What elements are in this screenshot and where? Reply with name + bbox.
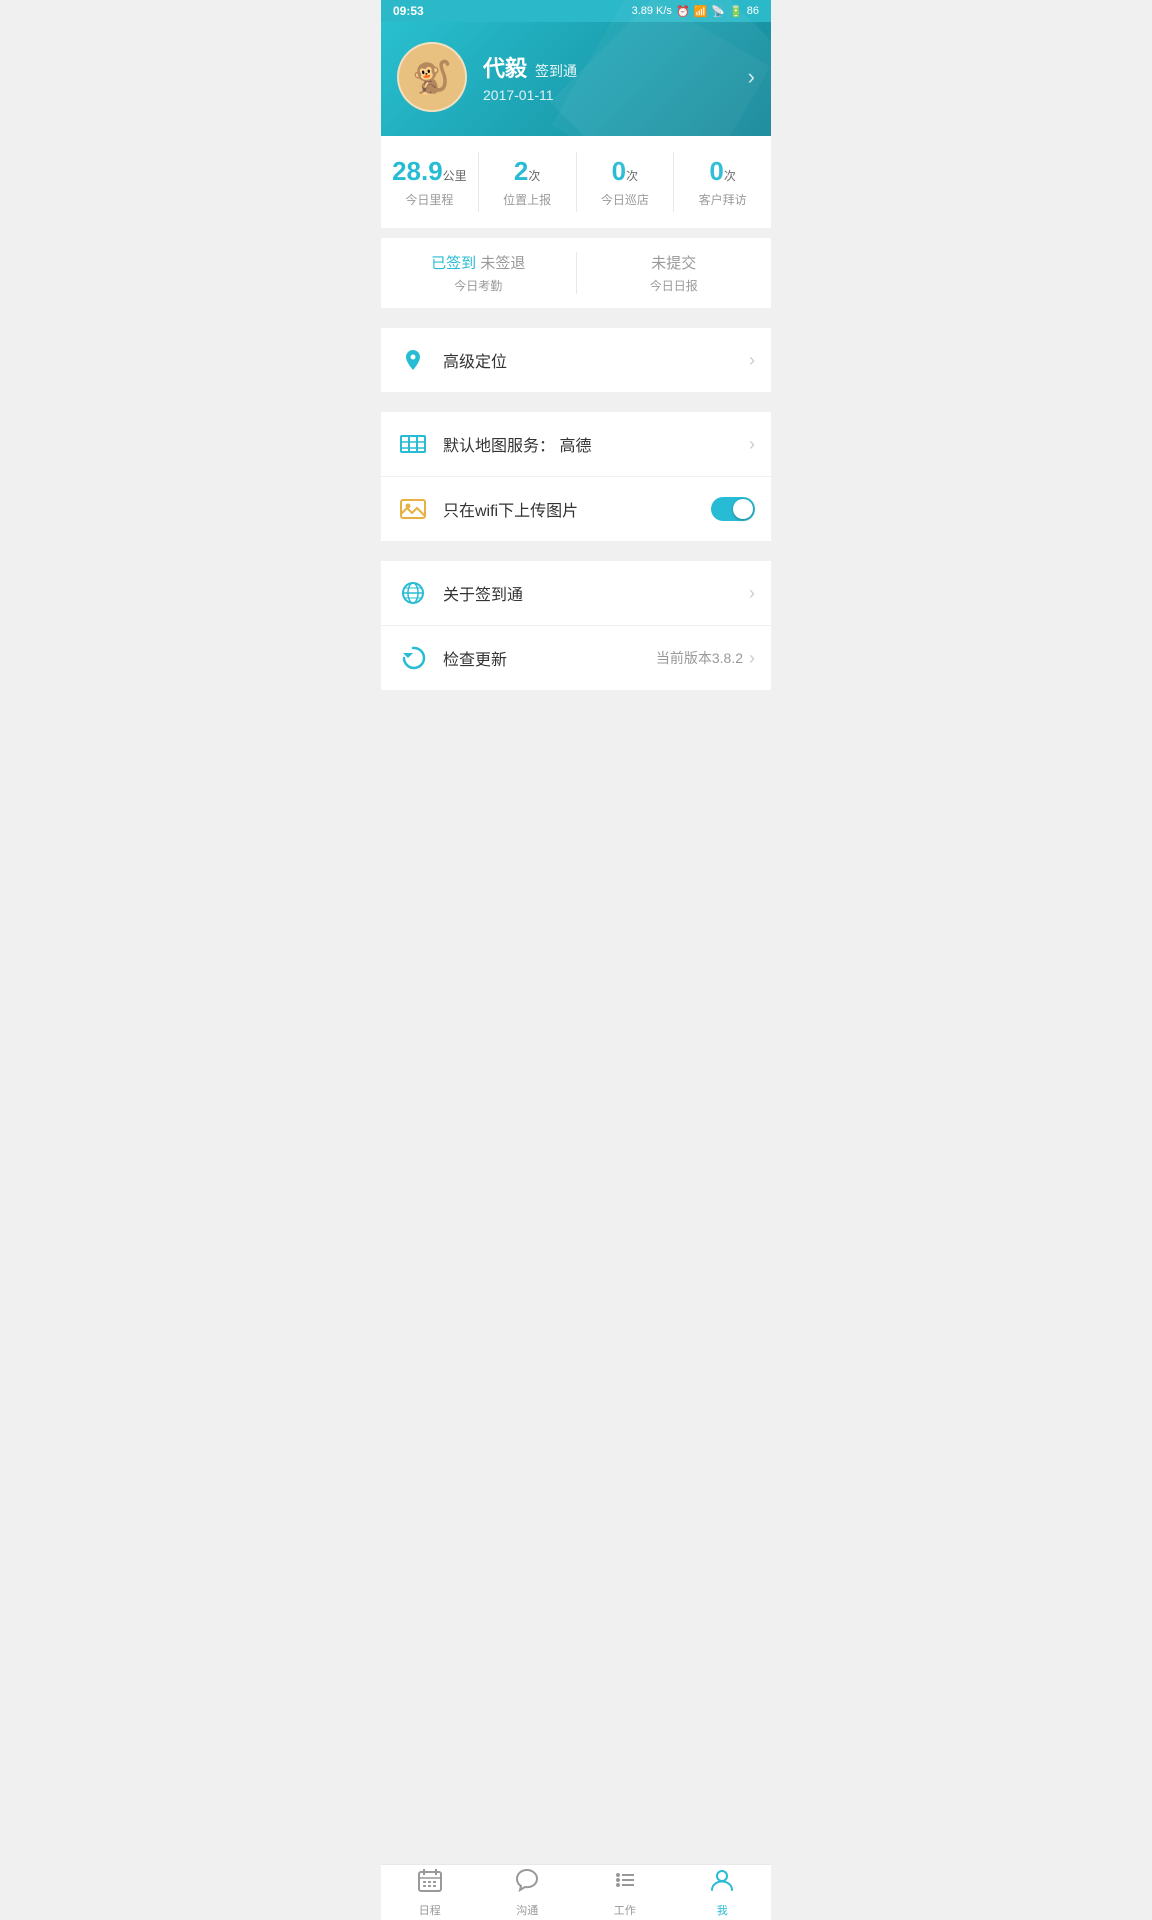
me-nav-icon	[709, 1867, 735, 1899]
checkin-status-text: 已签到 未签退	[381, 252, 576, 273]
refresh-icon	[397, 642, 429, 674]
map-icon	[397, 428, 429, 460]
menu-item-map[interactable]: 默认地图服务： 高德 ›	[381, 412, 771, 477]
map-chevron-icon: ›	[749, 434, 755, 455]
work-nav-icon	[612, 1867, 638, 1899]
menu-item-location[interactable]: 高级定位 ›	[381, 328, 771, 392]
nav-item-work[interactable]: 工作	[576, 1865, 674, 1920]
status-time: 09:53	[393, 4, 424, 18]
image-icon	[397, 493, 429, 525]
toggle-knob	[733, 499, 753, 519]
menu-label-map: 默认地图服务： 高德	[443, 432, 749, 456]
menu-label-wifi-upload: 只在wifi下上传图片	[443, 497, 711, 521]
nav-item-schedule[interactable]: 日程	[381, 1865, 479, 1920]
location-icon	[397, 344, 429, 376]
divider-3	[381, 541, 771, 551]
nav-item-chat[interactable]: 沟通	[479, 1865, 577, 1920]
menu-section-3: 关于签到通 › 检查更新 当前版本3.8.2 ›	[381, 561, 771, 690]
divider-2	[381, 392, 771, 402]
wifi-upload-toggle[interactable]	[711, 497, 755, 521]
location-chevron-icon: ›	[749, 350, 755, 371]
avatar-emoji: 🐒	[412, 58, 452, 96]
nav-label-chat: 沟通	[516, 1902, 538, 1918]
daily-report-status: 未提交 今日日报	[577, 252, 772, 294]
menu-item-update[interactable]: 检查更新 当前版本3.8.2 ›	[381, 626, 771, 690]
stat-location: 2次 位置上报	[479, 152, 577, 212]
divider-1	[381, 308, 771, 318]
menu-section-2: 默认地图服务： 高德 › 只在wifi下上传图片	[381, 412, 771, 541]
menu-item-wifi-upload[interactable]: 只在wifi下上传图片	[381, 477, 771, 541]
nav-label-work: 工作	[614, 1902, 636, 1918]
chat-nav-icon	[514, 1867, 540, 1899]
schedule-nav-icon	[417, 1867, 443, 1899]
menu-label-update: 检查更新	[443, 646, 656, 670]
nav-label-schedule: 日程	[419, 1902, 441, 1918]
avatar: 🐒	[397, 42, 467, 112]
nav-item-me[interactable]: 我	[674, 1865, 772, 1920]
menu-label-location: 高级定位	[443, 348, 749, 372]
about-chevron-icon: ›	[749, 583, 755, 604]
checkin-status: 已签到 未签退 今日考勤	[381, 252, 577, 294]
header-chevron-icon[interactable]: ›	[748, 64, 755, 90]
attendance-section: 已签到 未签退 今日考勤 未提交 今日日报	[381, 238, 771, 308]
header-info: 代毅 签到通 2017-01-11	[483, 51, 748, 103]
battery-level: 86	[747, 5, 759, 17]
bottom-nav: 日程 沟通 工作 我	[381, 1864, 771, 1920]
user-badge: 签到通	[535, 61, 577, 81]
stat-distance-value: 28.9公里	[381, 156, 478, 187]
menu-item-about[interactable]: 关于签到通 ›	[381, 561, 771, 626]
daily-status-text: 未提交	[577, 252, 772, 273]
name-row: 代毅 签到通	[483, 51, 748, 83]
menu-section-1: 高级定位 ›	[381, 328, 771, 392]
update-chevron-icon: ›	[749, 648, 755, 669]
menu-label-about: 关于签到通	[443, 581, 749, 605]
profile-header[interactable]: 🐒 代毅 签到通 2017-01-11 ›	[381, 22, 771, 136]
user-date: 2017-01-11	[483, 87, 748, 103]
stat-distance: 28.9公里 今日里程	[381, 152, 479, 212]
user-name: 代毅	[483, 51, 527, 83]
globe-icon	[397, 577, 429, 609]
update-version: 当前版本3.8.2	[656, 648, 743, 668]
stat-location-value: 2次	[479, 156, 576, 187]
nav-label-me: 我	[717, 1902, 728, 1918]
